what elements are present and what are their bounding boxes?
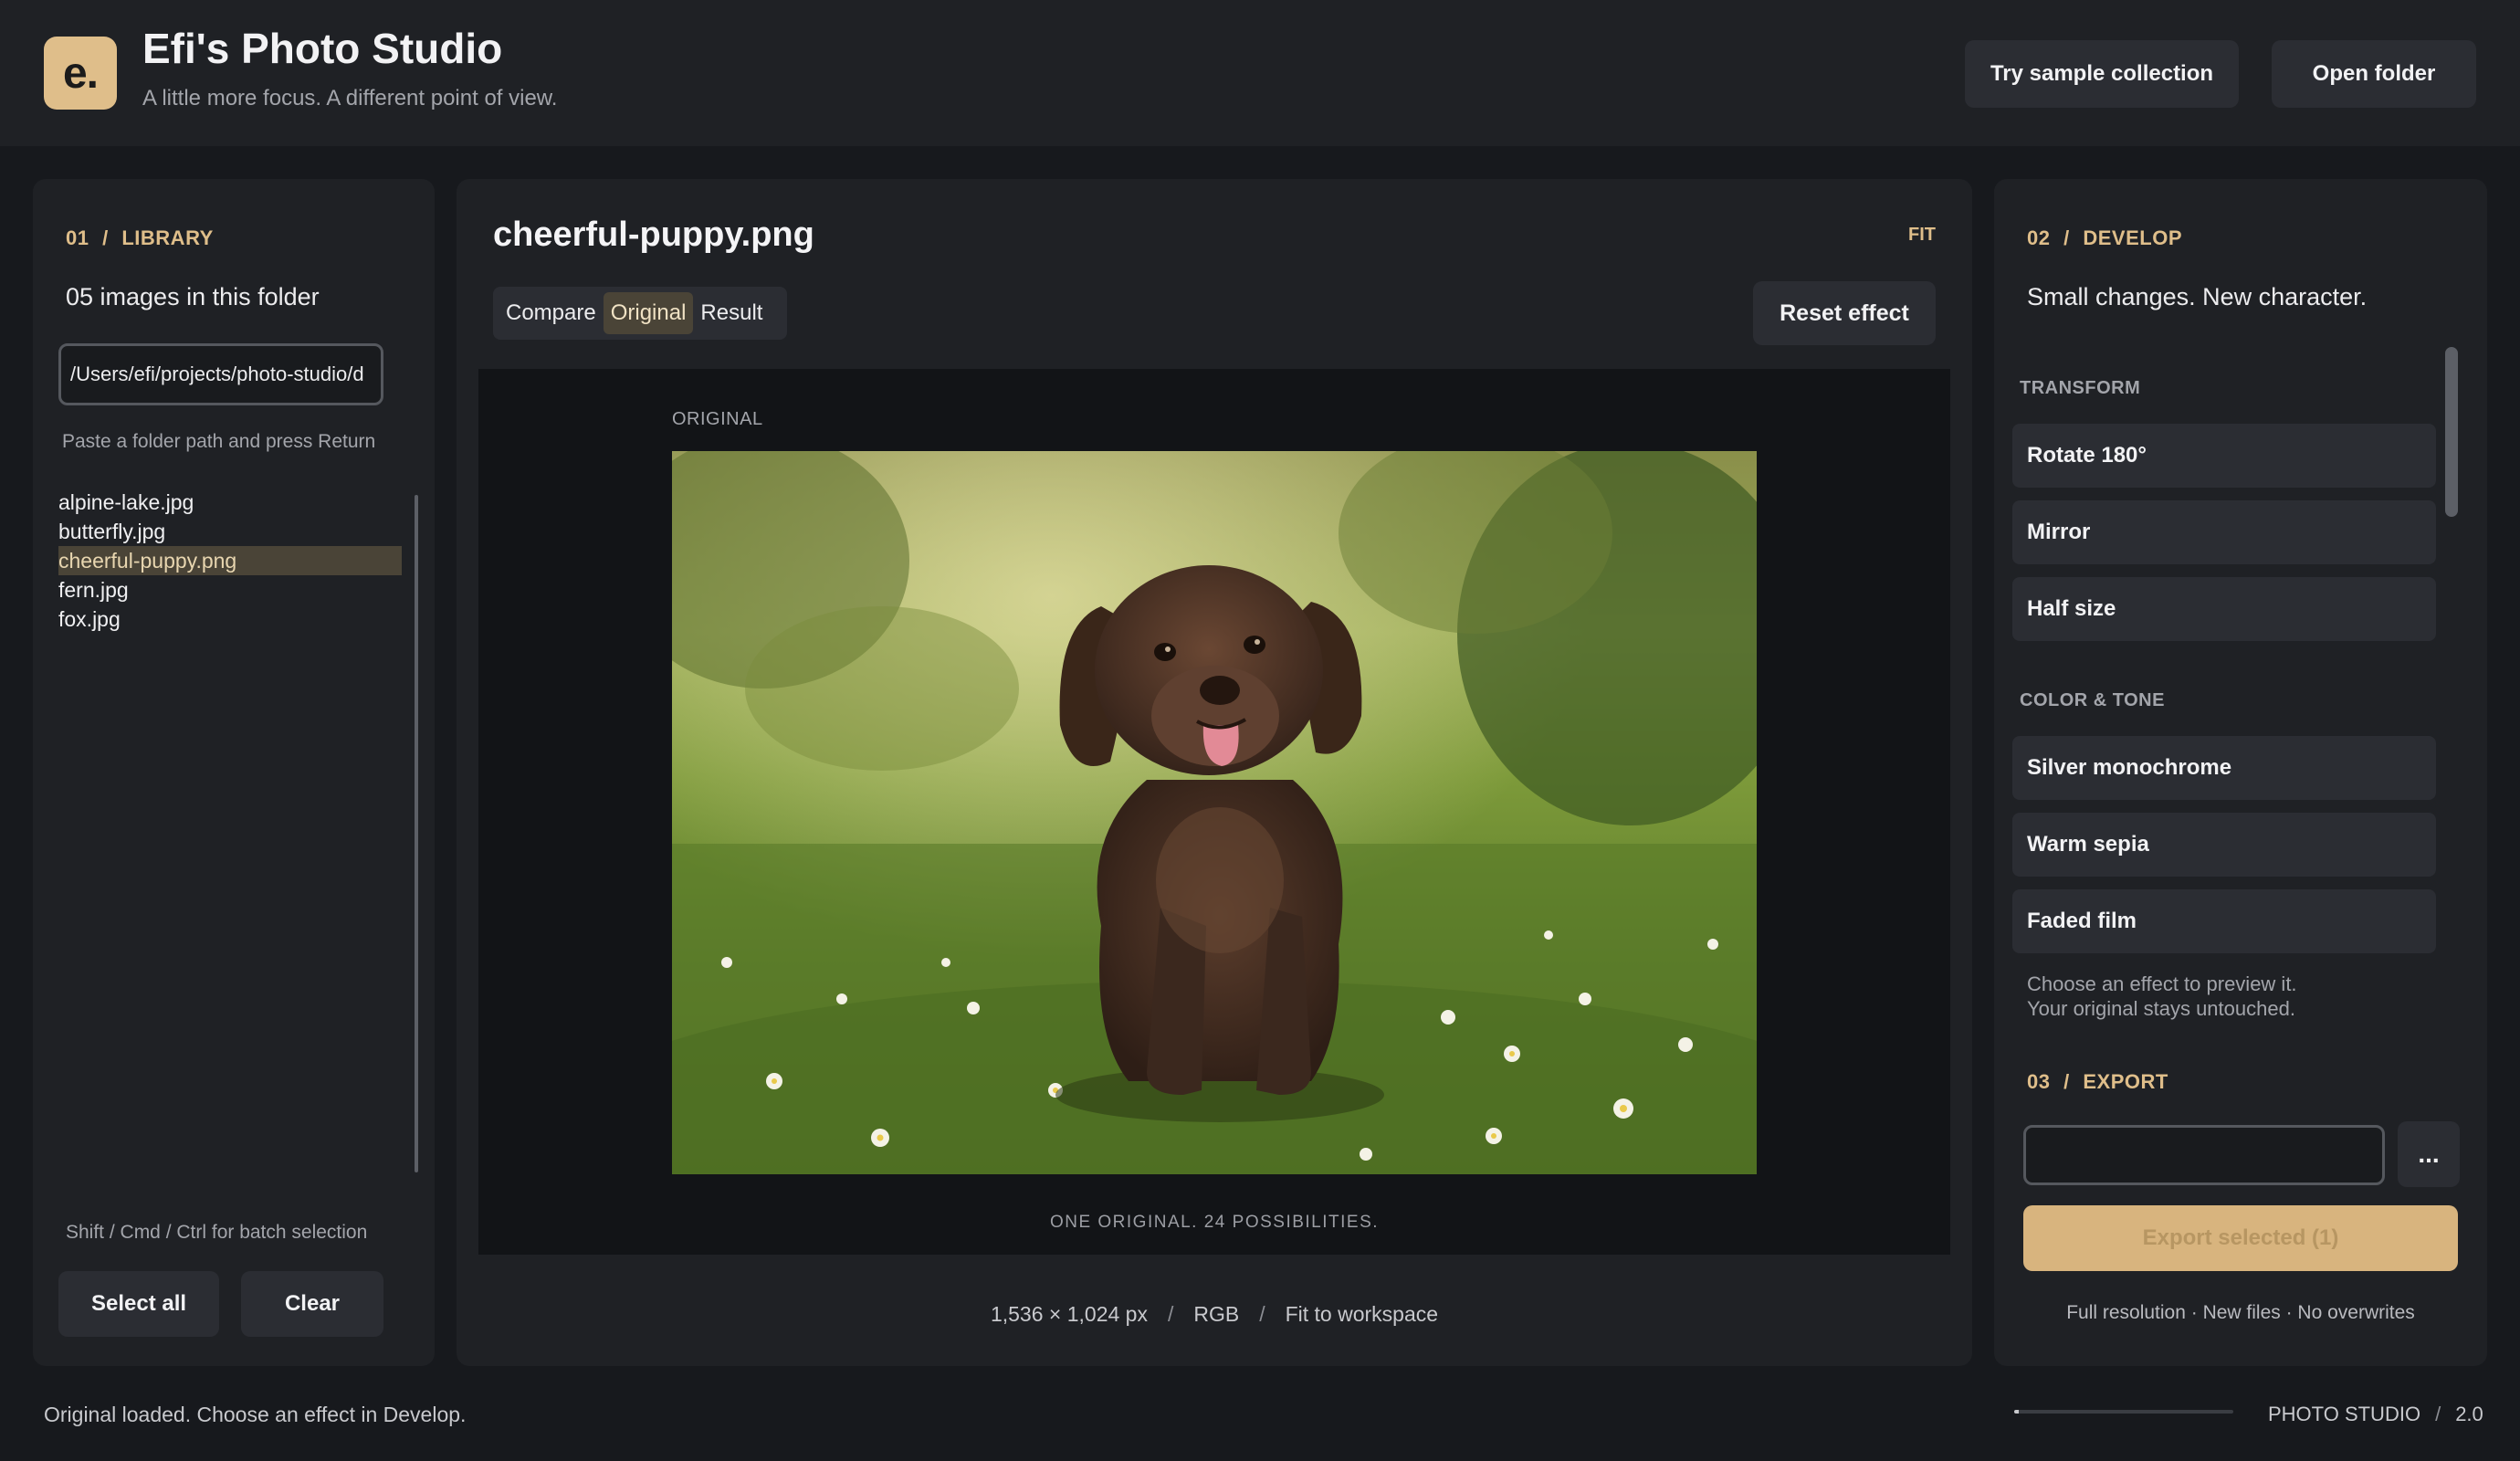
tab-compare[interactable]: Compare [499, 292, 604, 334]
transform-group-label: TRANSFORM [2020, 378, 2141, 398]
meta-separator: / [1167, 1302, 1174, 1326]
file-list-scrollbar[interactable] [415, 495, 418, 1172]
app-header: e. Efi's Photo Studio A little more focu… [0, 0, 2520, 146]
effects-scrollbar[interactable] [2445, 347, 2458, 517]
select-all-button[interactable]: Select all [58, 1271, 219, 1337]
image-metadata: 1,536 × 1,024 px / RGB / Fit to workspace [457, 1302, 1972, 1327]
status-progress-fill [2014, 1410, 2019, 1414]
file-list-item[interactable]: fox.jpg [58, 604, 402, 634]
status-progress-bar [2014, 1410, 2233, 1414]
app-logo: e. [44, 37, 117, 110]
develop-panel: 02 / DEVELOP Small changes. New characte… [1994, 179, 2487, 1366]
folder-path-value: /Users/efi/projects/photo-studio/d [70, 363, 364, 385]
meta-separator: / [1259, 1302, 1265, 1326]
app-title: Efi's Photo Studio [142, 25, 503, 72]
viewer-panel: cheerful-puppy.png FIT Compare Original … [457, 179, 1972, 1366]
product-version: PHOTO STUDIO / 2.0 [2268, 1403, 2483, 1426]
reset-effect-button[interactable]: Reset effect [1753, 281, 1936, 345]
view-mode-tabs: Compare Original Result [493, 287, 787, 340]
image-workspace: ORIGINAL ONE ORIGINAL. 24 POSSIBILITIES. [478, 369, 1950, 1255]
library-section-divider: / [102, 226, 109, 249]
product-name: PHOTO STUDIO [2268, 1403, 2421, 1425]
develop-hint-line-2: Your original stays untouched. [2027, 997, 2295, 1020]
warm-sepia-button[interactable]: Warm sepia [2012, 813, 2436, 877]
image-dimensions: 1,536 × 1,024 px [990, 1302, 1148, 1326]
export-section-number: 03 [2027, 1070, 2051, 1093]
file-list-item[interactable]: alpine-lake.jpg [58, 488, 402, 517]
develop-section-number: 02 [2027, 226, 2051, 249]
library-section-title: LIBRARY [121, 226, 214, 249]
tab-original[interactable]: Original [603, 292, 694, 334]
library-section-number: 01 [66, 226, 89, 249]
rotate-180-button[interactable]: Rotate 180° [2012, 424, 2436, 488]
clear-selection-button[interactable]: Clear [241, 1271, 383, 1337]
current-file-title: cheerful-puppy.png [493, 215, 814, 254]
half-size-button[interactable]: Half size [2012, 577, 2436, 641]
folder-path-hint: Paste a folder path and press Return [62, 431, 376, 452]
export-path-input[interactable] [2023, 1125, 2385, 1185]
faded-film-button[interactable]: Faded film [2012, 889, 2436, 953]
file-list-item[interactable]: fern.jpg [58, 575, 402, 604]
export-section-title: EXPORT [2083, 1070, 2168, 1093]
batch-selection-hint: Shift / Cmd / Ctrl for batch selection [66, 1222, 368, 1243]
open-folder-button[interactable]: Open folder [2272, 40, 2476, 108]
version-number: 2.0 [2455, 1403, 2483, 1425]
photo-preview [672, 451, 1757, 1174]
library-panel: 01 / LIBRARY 05 images in this folder /U… [33, 179, 435, 1366]
develop-section-divider: / [2063, 226, 2070, 249]
export-selected-button[interactable]: Export selected (1) [2023, 1205, 2458, 1271]
mirror-button[interactable]: Mirror [2012, 500, 2436, 564]
version-separator: / [2435, 1403, 2441, 1425]
workspace-view-label: ORIGINAL [672, 409, 763, 429]
puppy-photo-image [672, 451, 1757, 1174]
export-section-divider: / [2063, 1070, 2070, 1093]
develop-hint-line-1: Choose an effect to preview it. [2027, 972, 2297, 995]
develop-section-title: DEVELOP [2083, 226, 2182, 249]
file-list-item-selected[interactable]: cheerful-puppy.png [58, 546, 402, 575]
develop-section-label: 02 / DEVELOP [2027, 226, 2182, 250]
develop-hint: Choose an effect to preview it. Your ori… [2027, 972, 2297, 1021]
try-sample-collection-button[interactable]: Try sample collection [1965, 40, 2239, 108]
color-tone-group-label: COLOR & TONE [2020, 690, 2165, 710]
develop-subtitle: Small changes. New character. [2027, 283, 2368, 310]
library-image-count: 05 images in this folder [66, 283, 320, 310]
export-note: Full resolution · New files · No overwri… [2066, 1302, 2415, 1323]
tab-result[interactable]: Result [693, 292, 770, 334]
silver-monochrome-button[interactable]: Silver monochrome [2012, 736, 2436, 800]
workspace-tagline: ONE ORIGINAL. 24 POSSIBILITIES. [1049, 1213, 1380, 1232]
fit-toggle[interactable]: FIT [1908, 225, 1936, 246]
image-fit-mode: Fit to workspace [1285, 1302, 1439, 1326]
library-section-label: 01 / LIBRARY [66, 226, 214, 250]
image-color-mode: RGB [1193, 1302, 1240, 1326]
file-list-item[interactable]: butterfly.jpg [58, 517, 402, 546]
folder-path-input[interactable]: /Users/efi/projects/photo-studio/d [58, 343, 383, 405]
file-list: alpine-lake.jpg butterfly.jpg cheerful-p… [58, 488, 402, 634]
status-message: Original loaded. Choose an effect in Dev… [44, 1403, 467, 1426]
export-section-label: 03 / EXPORT [2027, 1070, 2168, 1094]
app-subtitle: A little more focus. A different point o… [142, 86, 558, 110]
browse-export-folder-button[interactable]: ... [2398, 1121, 2460, 1187]
